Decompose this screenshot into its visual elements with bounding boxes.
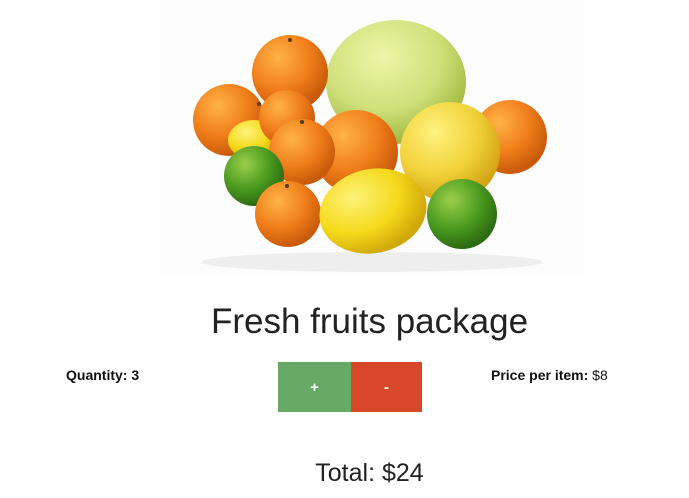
product-page: Fresh fruits package Quantity: 3 + - Pri… <box>0 0 689 498</box>
fruit-image <box>158 0 586 276</box>
decrement-button[interactable]: - <box>351 362 422 412</box>
quantity-label: Quantity: 3 <box>66 367 140 383</box>
price-value: $8 <box>592 367 608 383</box>
product-title: Fresh fruits package <box>210 302 529 341</box>
increment-button[interactable]: + <box>278 362 351 412</box>
price-per-item: Price per item: $8 <box>491 366 608 384</box>
total-price: Total: $24 <box>315 459 424 487</box>
quantity-controls: + - <box>278 362 422 412</box>
price-label: Price per item: <box>491 367 589 383</box>
